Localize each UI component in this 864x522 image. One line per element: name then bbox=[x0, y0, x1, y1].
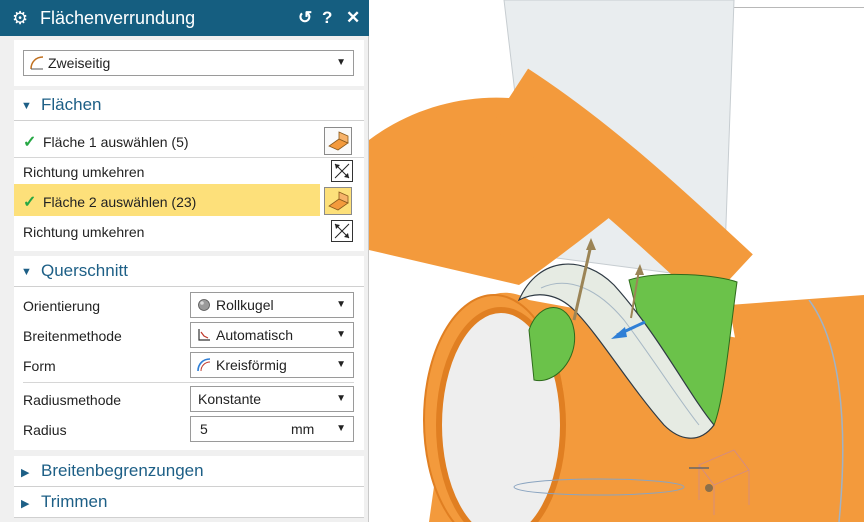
blend-type-value: Zweiseitig bbox=[48, 55, 111, 71]
gear-icon: ⚙ bbox=[12, 8, 29, 28]
radius-method-label: Radiusmethode bbox=[23, 392, 122, 408]
rolling-ball-icon bbox=[198, 299, 210, 311]
face2-selector-icon[interactable] bbox=[324, 187, 352, 215]
radius-method-dropdown[interactable]: Konstante ▼ bbox=[190, 386, 354, 412]
title-bar: ⚙ Flächenverrundung ↺ ? ✕ bbox=[0, 0, 369, 36]
reverse-direction-1-icon[interactable] bbox=[331, 160, 353, 182]
section-title-cross-section: Querschnitt bbox=[41, 261, 128, 280]
width-method-label: Breitenmethode bbox=[23, 328, 122, 344]
blend-dialog: ⚙ Flächenverrundung ↺ ? ✕ Zweiseitig ▼ ▼… bbox=[0, 0, 369, 522]
collapse-triangle-icon: ▼ bbox=[21, 100, 32, 112]
model-scene bbox=[369, 0, 864, 522]
face2-select-label[interactable]: Fläche 2 auswählen (23) bbox=[43, 194, 196, 210]
shape-value: Kreisförmig bbox=[216, 357, 287, 373]
radius-value[interactable]: 5 bbox=[200, 421, 208, 437]
section-header-trim[interactable]: ▶ Trimmen bbox=[14, 487, 364, 518]
help-icon[interactable]: ? bbox=[322, 8, 332, 28]
radius-unit: mm bbox=[291, 421, 315, 437]
radius-label: Radius bbox=[23, 422, 67, 438]
shape-label: Form bbox=[23, 358, 56, 374]
chevron-down-icon: ▼ bbox=[336, 329, 346, 340]
radius-method-value: Konstante bbox=[198, 391, 262, 407]
chevron-down-icon: ▼ bbox=[336, 57, 346, 68]
circular-shape-icon bbox=[197, 358, 211, 372]
collapse-triangle-icon: ▼ bbox=[21, 266, 32, 278]
section-title-faces: Flächen bbox=[41, 95, 102, 114]
chevron-down-icon: ▼ bbox=[336, 359, 346, 370]
expand-triangle-icon: ▶ bbox=[21, 467, 30, 479]
csys-origin bbox=[705, 484, 713, 492]
orientation-value: Rollkugel bbox=[216, 297, 274, 313]
auto-width-icon bbox=[198, 329, 210, 341]
blend-type-dropdown[interactable]: Zweiseitig ▼ bbox=[23, 50, 354, 76]
reset-icon[interactable]: ↺ bbox=[298, 8, 312, 28]
check-icon: ✓ bbox=[23, 194, 37, 211]
expand-triangle-icon: ▶ bbox=[21, 498, 30, 510]
face1-select-label[interactable]: Fläche 1 auswählen (5) bbox=[43, 134, 189, 150]
orientation-dropdown[interactable]: Rollkugel ▼ bbox=[190, 292, 354, 318]
section-title-trim: Trimmen bbox=[41, 492, 108, 511]
reverse-direction-1-label: Richtung umkehren bbox=[23, 164, 145, 180]
row-divider bbox=[14, 157, 364, 158]
section-header-cross-section[interactable]: ▼ Querschnitt bbox=[14, 256, 364, 287]
shape-dropdown[interactable]: Kreisförmig ▼ bbox=[190, 352, 354, 378]
face1-selector-icon[interactable] bbox=[324, 127, 352, 155]
graphics-viewport[interactable] bbox=[369, 0, 864, 522]
width-method-value: Automatisch bbox=[216, 327, 294, 343]
orientation-label: Orientierung bbox=[23, 298, 101, 314]
two-sided-blend-icon bbox=[30, 56, 44, 70]
check-icon: ✓ bbox=[23, 134, 37, 151]
dialog-title: Flächenverrundung bbox=[40, 8, 196, 28]
reverse-direction-2-icon[interactable] bbox=[331, 220, 353, 242]
close-icon[interactable]: ✕ bbox=[346, 8, 360, 28]
section-header-width-limits[interactable]: ▶ Breitenbegrenzungen bbox=[14, 456, 364, 487]
section-header-faces[interactable]: ▼ Flächen bbox=[14, 90, 364, 121]
radius-input[interactable]: 5 mm ▼ bbox=[190, 416, 354, 442]
section-title-width-limits: Breitenbegrenzungen bbox=[41, 461, 204, 480]
chevron-down-icon: ▼ bbox=[336, 423, 346, 434]
width-method-dropdown[interactable]: Automatisch ▼ bbox=[190, 322, 354, 348]
reverse-direction-2-label: Richtung umkehren bbox=[23, 224, 145, 240]
chevron-down-icon: ▼ bbox=[336, 393, 346, 404]
row-divider bbox=[23, 382, 354, 383]
chevron-down-icon: ▼ bbox=[336, 299, 346, 310]
